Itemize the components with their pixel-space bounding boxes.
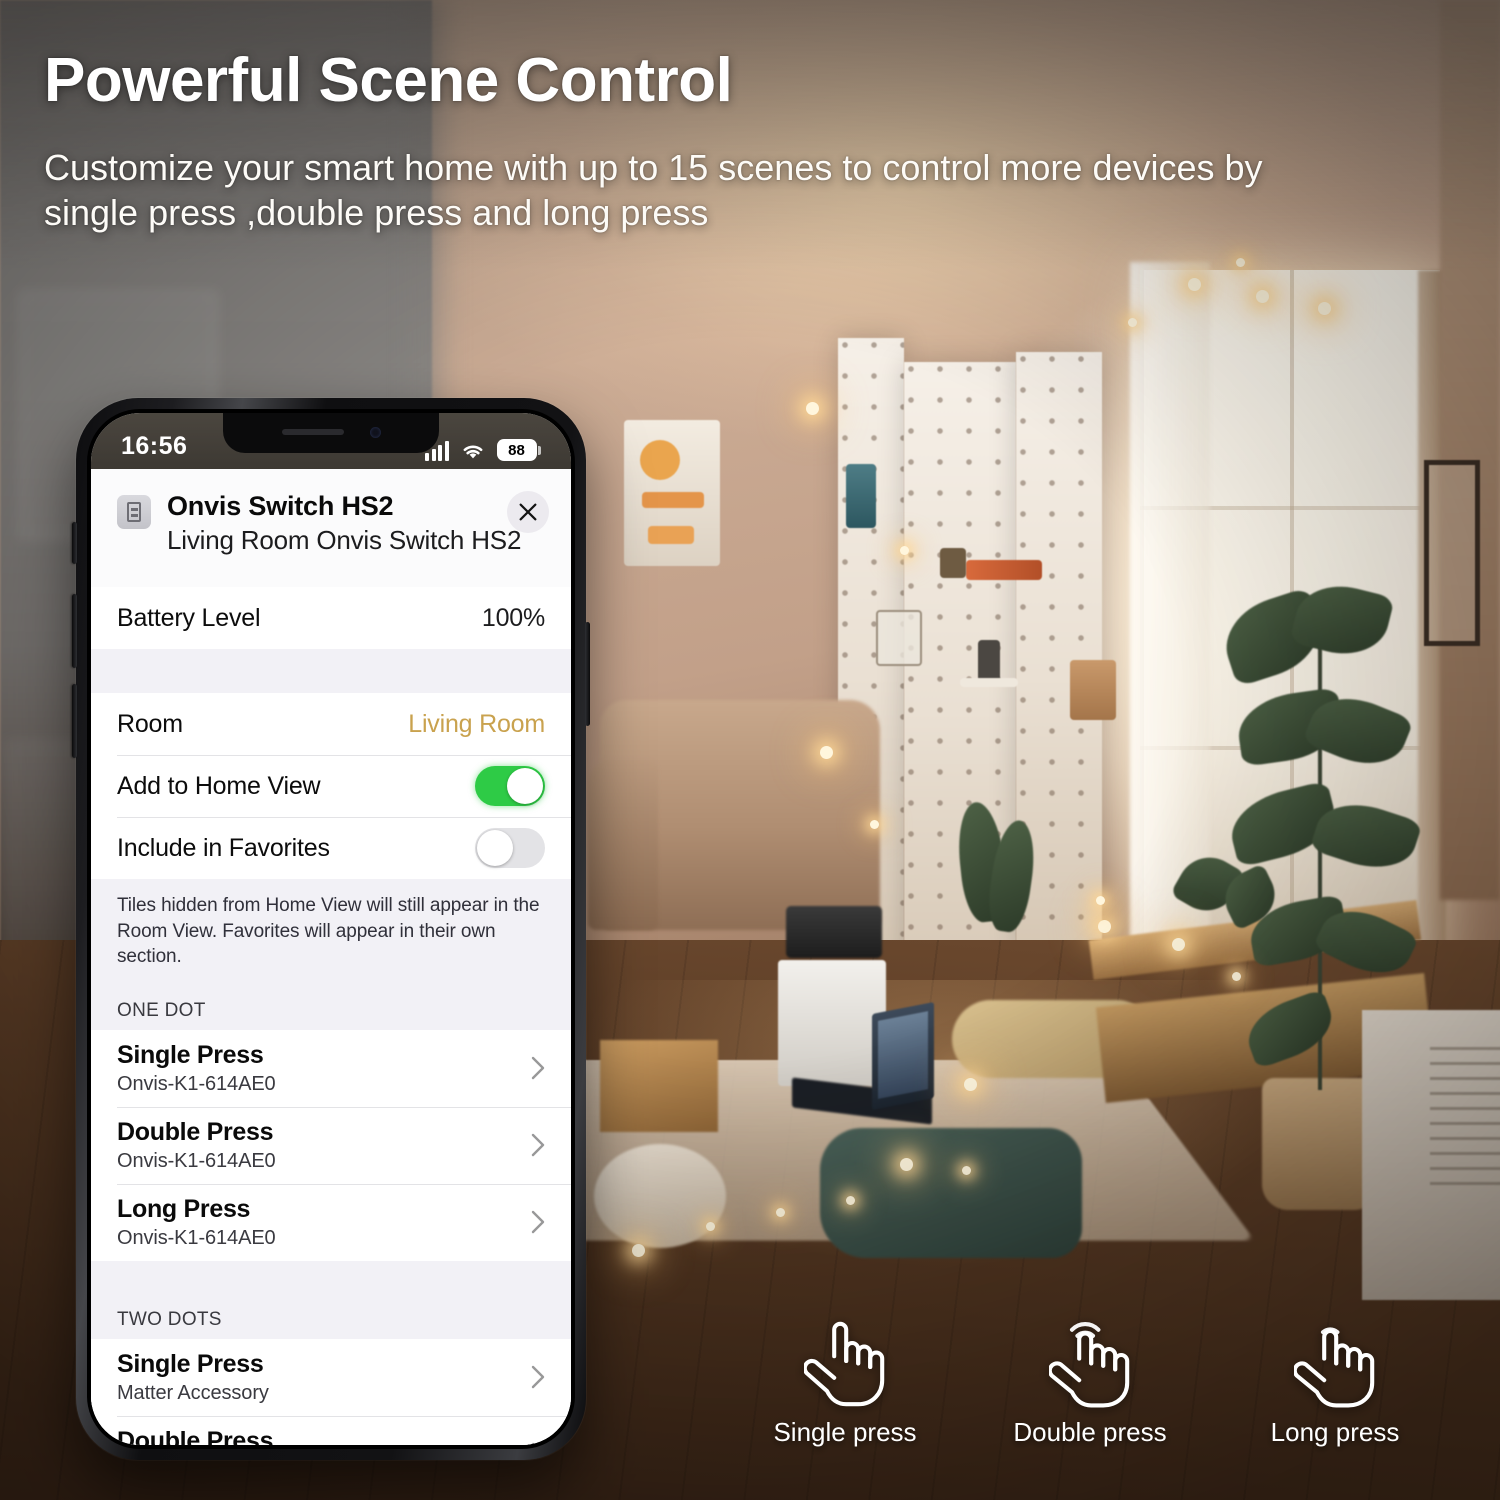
- front-camera-icon: [369, 426, 381, 438]
- list-item-subtitle: Onvis-K1-614AE0: [117, 1226, 276, 1249]
- device-title: Onvis Switch HS2: [167, 491, 394, 521]
- list-item-title: Long Press: [117, 1194, 251, 1223]
- list-item[interactable]: Single Press Matter Accessory: [91, 1338, 571, 1416]
- status-time: 16:56: [121, 432, 188, 460]
- gesture-double-press: Double press: [985, 1313, 1195, 1448]
- mute-switch-button[interactable]: [72, 522, 77, 564]
- light-switch-icon: [117, 495, 151, 529]
- earpiece-speaker: [281, 429, 344, 435]
- list-item-title: Single Press: [117, 1040, 264, 1069]
- section-gap: [91, 649, 571, 693]
- volume-up-button[interactable]: [72, 594, 77, 668]
- volume-down-button[interactable]: [72, 684, 77, 758]
- section-gap: [91, 1260, 571, 1289]
- row-add-to-home-view[interactable]: Add to Home View: [91, 755, 571, 817]
- close-button[interactable]: [507, 491, 549, 533]
- appliance: [778, 960, 886, 1086]
- list-item-subtitle: Onvis-K1-614AE0: [117, 1072, 276, 1095]
- gesture-label: Long press: [1270, 1417, 1400, 1447]
- promo-copy: Powerful Scene Control Customize your sm…: [44, 46, 1264, 236]
- section-header-two-dots: TWO DOTS: [91, 1288, 571, 1339]
- hand-double-tap-icon: [1049, 1322, 1130, 1408]
- section-header-one-dot: ONE DOT: [91, 979, 571, 1030]
- page-subtitle: Customize your smart home with up to 15 …: [44, 146, 1263, 234]
- gesture-label: Double press: [1013, 1417, 1167, 1447]
- room-label: Room: [117, 709, 183, 738]
- device-sheet-header: Onvis Switch HS2 Living Room Onvis Switc…: [91, 469, 571, 587]
- list-item[interactable]: Double Press Matter Accessory: [91, 1415, 571, 1445]
- wifi-icon: [463, 445, 482, 459]
- footnote-text: Tiles hidden from Home View will still a…: [91, 879, 571, 980]
- promo-image: Powerful Scene Control Customize your sm…: [0, 0, 1500, 1500]
- chevron-right-icon: [531, 1133, 545, 1157]
- list-item-title: Double Press: [117, 1117, 274, 1146]
- list-item-title: Double Press: [117, 1426, 274, 1445]
- gesture-legend: Single press Double press Long press: [740, 1268, 1440, 1448]
- pouf: [594, 1144, 726, 1248]
- app-content: Onvis Switch HS2 Living Room Onvis Switc…: [91, 469, 571, 1445]
- page-title: Powerful Scene Control: [44, 46, 733, 115]
- row-room[interactable]: Room Living Room: [91, 693, 571, 755]
- battery-level-row: Battery Level 100%: [91, 587, 571, 649]
- wall-picture-frame: [1424, 460, 1480, 646]
- battery-icon: 88: [496, 439, 541, 461]
- phone-bezel: 16:56 88 Onvis Switch HS2 Living Room On…: [87, 409, 575, 1449]
- gesture-label: Single press: [773, 1417, 917, 1447]
- hand-long-press-icon: [1294, 1327, 1375, 1408]
- list-item[interactable]: Double Press Onvis-K1-614AE0: [91, 1106, 571, 1184]
- list-item[interactable]: Single Press Onvis-K1-614AE0: [91, 1029, 571, 1107]
- curtain: [1130, 262, 1210, 1042]
- battery-level-label: 88: [508, 441, 525, 459]
- laptop: [878, 1011, 928, 1099]
- gesture-single-press: Single press: [740, 1313, 950, 1448]
- room-value: Living Room: [408, 709, 545, 738]
- include-in-favorites-label: Include in Favorites: [117, 833, 330, 862]
- hand-single-tap-icon: [804, 1321, 885, 1407]
- close-icon: [519, 503, 537, 521]
- add-to-home-view-label: Add to Home View: [117, 771, 321, 800]
- device-subtitle: Living Room Onvis Switch HS2: [167, 524, 522, 555]
- add-to-home-view-toggle[interactable]: [475, 766, 545, 806]
- cushion: [820, 1128, 1082, 1258]
- row-include-in-favorites[interactable]: Include in Favorites: [91, 817, 571, 879]
- battery-level-label: Battery Level: [117, 603, 261, 632]
- include-in-favorites-toggle[interactable]: [475, 828, 545, 868]
- power-button[interactable]: [585, 622, 590, 726]
- list-item-subtitle: Onvis-K1-614AE0: [117, 1149, 276, 1172]
- list-item[interactable]: Long Press Onvis-K1-614AE0: [91, 1183, 571, 1261]
- phone-screen: 16:56 88 Onvis Switch HS2 Living Room On…: [91, 413, 571, 1445]
- phone-mockup: 16:56 88 Onvis Switch HS2 Living Room On…: [72, 398, 590, 1460]
- status-bar: 16:56 88: [91, 413, 571, 469]
- notch: [223, 413, 439, 453]
- battery-level-value: 100%: [481, 603, 545, 632]
- gesture-long-press: Long press: [1230, 1313, 1440, 1448]
- chevron-right-icon: [531, 1365, 545, 1389]
- chevron-right-icon: [531, 1442, 545, 1445]
- chevron-right-icon: [531, 1056, 545, 1080]
- list-item-title: Single Press: [117, 1349, 264, 1378]
- chevron-right-icon: [531, 1210, 545, 1234]
- list-item-subtitle: Matter Accessory: [117, 1381, 269, 1404]
